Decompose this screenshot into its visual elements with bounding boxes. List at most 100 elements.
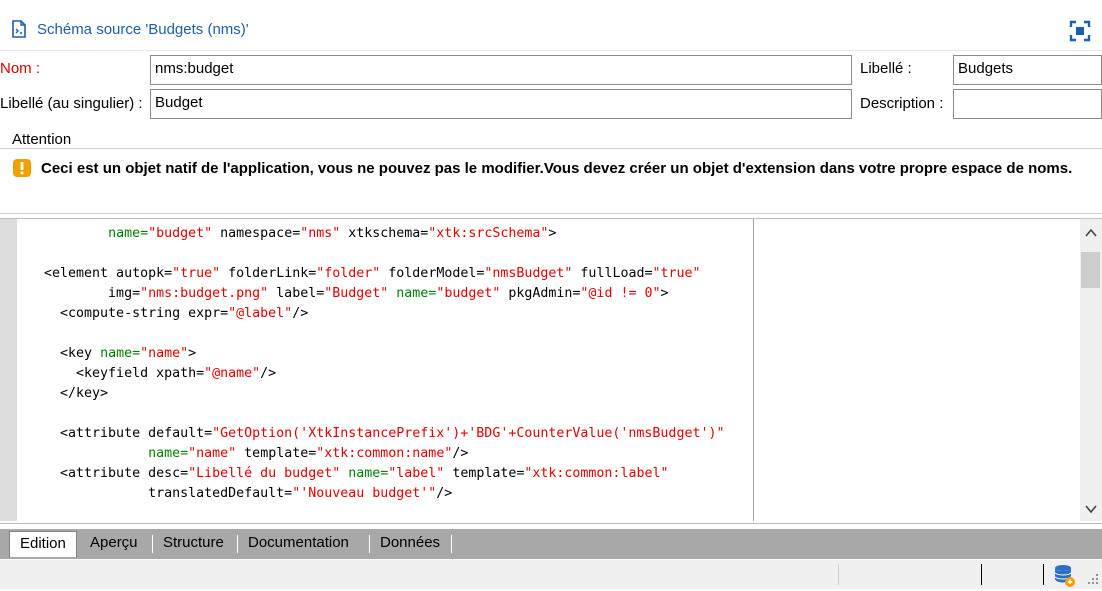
xml-value-token: "true": [172, 266, 221, 281]
code-line[interactable]: translatedDefault="'Nouveau budget'"/>: [28, 484, 724, 504]
xml-text-token: template=: [236, 446, 317, 461]
xml-text-token: img=: [28, 286, 141, 301]
xml-value-token: "@label": [228, 306, 293, 321]
xml-value-token: "Libellé du budget": [188, 466, 341, 481]
code-line[interactable]: <key name="name">: [28, 344, 724, 364]
xml-text-token: >: [188, 346, 197, 361]
xml-attribute-token: name=: [396, 286, 437, 301]
xml-attribute-token: name=: [348, 466, 389, 481]
xml-value-token: "budget": [436, 286, 501, 301]
tab-separator: [451, 535, 452, 553]
xml-value-token: "@id != 0": [580, 286, 661, 301]
resize-grip-icon[interactable]: [1086, 566, 1100, 586]
maximize-icon[interactable]: [1069, 20, 1091, 42]
xml-text-token: namespace=: [212, 226, 301, 241]
xml-text-token: >: [548, 226, 557, 241]
code-line[interactable]: [28, 324, 724, 344]
xml-value-token: "label": [388, 466, 445, 481]
xml-attribute-token: name=: [100, 346, 141, 361]
schema-document-icon: [12, 20, 26, 38]
scroll-up-icon[interactable]: [1083, 226, 1099, 240]
code-line[interactable]: <attribute desc="Libellé du budget" name…: [28, 464, 724, 484]
singular-input[interactable]: Budget: [150, 89, 852, 119]
tab-apercu[interactable]: Aperçu: [80, 531, 148, 557]
xml-text-token: [28, 446, 148, 461]
label-input[interactable]: Budgets: [953, 55, 1102, 85]
xml-value-token: "nmsBudget": [484, 266, 573, 281]
xml-text-token: fullLoad=: [572, 266, 653, 281]
xml-text-token: label=: [268, 286, 325, 301]
xml-text-token: <compute-string expr=: [28, 306, 229, 321]
attention-message: Ceci est un objet natif de l'application…: [41, 160, 1073, 177]
xml-text-token: />: [436, 486, 453, 501]
xml-text-token: </key>: [28, 386, 109, 401]
xml-attribute-token: name=: [108, 226, 149, 241]
xml-value-token: "xtk:common:label": [524, 466, 669, 481]
description-input[interactable]: [953, 89, 1102, 119]
xml-value-token: "Budget": [324, 286, 389, 301]
description-label: Description :: [860, 95, 944, 112]
database-icon[interactable]: [1054, 564, 1076, 588]
status-bar: [0, 560, 1102, 589]
status-divider: [981, 564, 982, 585]
name-input[interactable]: nms:budget: [150, 55, 852, 85]
xml-value-token: "xtk:srcSchema": [428, 226, 549, 241]
tab-documentation[interactable]: Documentation: [238, 531, 359, 557]
xml-value-token: "folder": [316, 266, 381, 281]
tab-donnees[interactable]: Données: [370, 531, 450, 557]
scroll-down-icon[interactable]: [1083, 502, 1099, 516]
xml-value-token: "nms:budget.png": [140, 286, 269, 301]
xml-text-token: >: [660, 286, 669, 301]
code-line[interactable]: <element autopk="true" folderLink="folde…: [28, 264, 724, 284]
xml-source-code[interactable]: name="budget" namespace="nms" xtkschema=…: [28, 224, 724, 504]
window-title: Schéma source 'Budgets (nms)': [37, 21, 249, 38]
xml-text-token: [28, 226, 108, 241]
xml-value-token: "name": [140, 346, 189, 361]
xml-text-token: folderModel=: [380, 266, 485, 281]
code-line[interactable]: [28, 244, 724, 264]
xml-attribute-token: name=: [148, 446, 189, 461]
code-line[interactable]: [28, 404, 724, 424]
xml-value-token: "name": [188, 446, 237, 461]
xml-text-token: />: [260, 366, 277, 381]
xml-text-token: xtkschema=: [340, 226, 429, 241]
warning-icon: [12, 158, 32, 178]
xml-text-token: <element autopk=: [28, 266, 173, 281]
code-line[interactable]: <attribute default="GetOption('XtkInstan…: [28, 424, 724, 444]
label-label: Libellé :: [860, 60, 912, 77]
xml-text-token: folderLink=: [220, 266, 317, 281]
xml-text-token: pkgAdmin=: [500, 286, 581, 301]
xml-value-token: "nms": [300, 226, 341, 241]
attention-title: Attention: [10, 131, 74, 148]
xml-value-token: "'Nouveau budget'": [292, 486, 437, 501]
code-line[interactable]: <compute-string expr="@label"/>: [28, 304, 724, 324]
singular-label: Libellé (au singulier) :: [0, 95, 143, 112]
xml-text-token: <keyfield xpath=: [28, 366, 205, 381]
scrollbar-thumb[interactable]: [1081, 252, 1100, 288]
attention-group: [0, 148, 1102, 214]
code-line[interactable]: <keyfield xpath="@name"/>: [28, 364, 724, 384]
xml-text-token: />: [292, 306, 309, 321]
xml-text-token: <key: [28, 346, 101, 361]
code-line[interactable]: name="name" template="xtk:common:name"/>: [28, 444, 724, 464]
status-divider: [838, 564, 839, 585]
code-line[interactable]: img="nms:budget.png" label="Budget" name…: [28, 284, 724, 304]
status-divider: [1043, 564, 1044, 585]
code-line[interactable]: name="budget" namespace="nms" xtkschema=…: [28, 224, 724, 244]
xml-text-token: <attribute default=: [28, 426, 213, 441]
editor-gutter: [0, 219, 17, 521]
xml-value-token: "budget": [148, 226, 213, 241]
xml-text-token: template=: [444, 466, 525, 481]
tab-structure[interactable]: Structure: [153, 531, 234, 557]
name-label: Nom :: [0, 60, 41, 77]
xml-value-token: "GetOption('XtkInstancePrefix')+'BDG'+Co…: [212, 426, 725, 441]
xml-text-token: translatedDefault=: [28, 486, 293, 501]
xml-text-token: />: [452, 446, 469, 461]
editor-right-margin: [753, 219, 754, 521]
code-line[interactable]: </key>: [28, 384, 724, 404]
tab-edition[interactable]: Edition: [9, 531, 77, 557]
xml-value-token: "true": [652, 266, 701, 281]
xml-text-token: <attribute desc=: [28, 466, 189, 481]
xml-value-token: "xtk:common:name": [316, 446, 453, 461]
title-divider: [0, 50, 1102, 51]
